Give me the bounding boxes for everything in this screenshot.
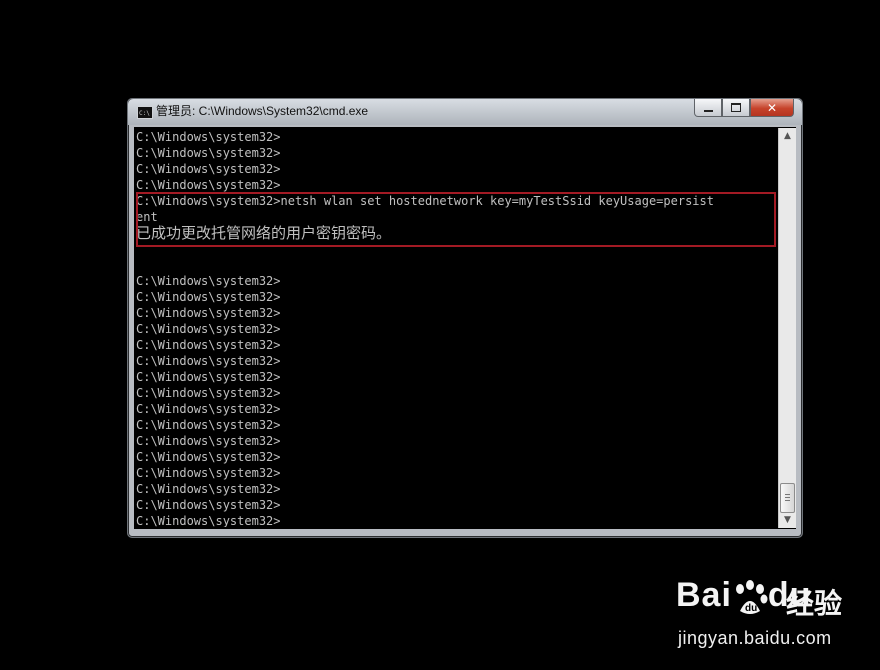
watermark-product: 经验 — [786, 587, 843, 620]
console-line: C:\Windows\system32> — [136, 450, 281, 464]
paw-icon: du — [736, 580, 768, 614]
console-line: C:\Windows\system32> — [136, 322, 281, 336]
console-line: C:\Windows\system32>netsh wlan set hoste… — [136, 194, 714, 208]
window-title: 管理员: C:\Windows\System32\cmd.exe — [156, 104, 369, 118]
console-line: C:\Windows\system32> — [136, 274, 281, 288]
watermark-url: jingyan.baidu.com — [678, 628, 832, 648]
vertical-scrollbar[interactable]: ▲ ▼ — [778, 128, 796, 528]
maximize-button[interactable] — [722, 99, 750, 117]
console-area[interactable]: C:\Windows\system32> C:\Windows\system32>… — [134, 127, 796, 529]
console-line: C:\Windows\system32> — [136, 290, 281, 304]
console-line: C:\Windows\system32> — [136, 402, 281, 416]
close-button[interactable]: ✕ — [750, 99, 794, 117]
console-line: C:\Windows\system32> — [136, 466, 281, 480]
console-output: C:\Windows\system32> C:\Windows\system32>… — [136, 129, 776, 527]
maximize-icon — [731, 103, 741, 112]
console-line: ent — [136, 210, 158, 224]
console-line: C:\Windows\system32> — [136, 434, 281, 448]
console-line: C:\Windows\system32> — [136, 178, 281, 192]
scroll-thumb[interactable] — [780, 483, 795, 513]
minimize-icon — [703, 109, 713, 112]
svg-text:C:\: C:\ — [139, 110, 150, 117]
arrow-up-icon: ▲ — [784, 131, 791, 141]
console-line: 已成功更改托管网络的用户密钥密码。 — [136, 224, 392, 242]
svg-text:du: du — [745, 603, 757, 614]
console-line: C:\Windows\system32> — [136, 146, 281, 160]
console-line: C:\Windows\system32> — [136, 418, 281, 432]
console-line: C:\Windows\system32> — [136, 338, 281, 352]
cmd-icon[interactable]: C:\ — [137, 106, 153, 119]
scroll-up-button[interactable]: ▲ — [779, 128, 796, 144]
console-line: C:\Windows\system32> — [136, 354, 281, 368]
console-line: C:\Windows\system32> — [136, 130, 281, 144]
window-controls: ✕ — [694, 99, 794, 117]
baidu-watermark: Bai du du 经验 jingyan.baidu.com — [676, 576, 876, 656]
minimize-button[interactable] — [694, 99, 722, 117]
close-icon: ✕ — [766, 100, 778, 115]
cmd-window: C:\ 管理员: C:\Windows\System32\cmd.exe ✕ C… — [127, 98, 803, 538]
console-line: C:\Windows\system32> — [136, 306, 281, 320]
title-bar[interactable]: C:\ 管理员: C:\Windows\System32\cmd.exe ✕ — [128, 99, 802, 125]
arrow-down-icon: ▼ — [784, 515, 791, 525]
console-line: C:\Windows\system32> — [136, 386, 281, 400]
console-line: C:\Windows\system32> — [136, 498, 281, 512]
console-line: C:\Windows\system32> — [136, 370, 281, 384]
console-line: C:\Windows\system32> — [136, 482, 281, 496]
console-line: C:\Windows\system32> — [136, 162, 281, 176]
scroll-down-button[interactable]: ▼ — [779, 512, 796, 528]
console-line: C:\Windows\system32> — [136, 514, 281, 527]
